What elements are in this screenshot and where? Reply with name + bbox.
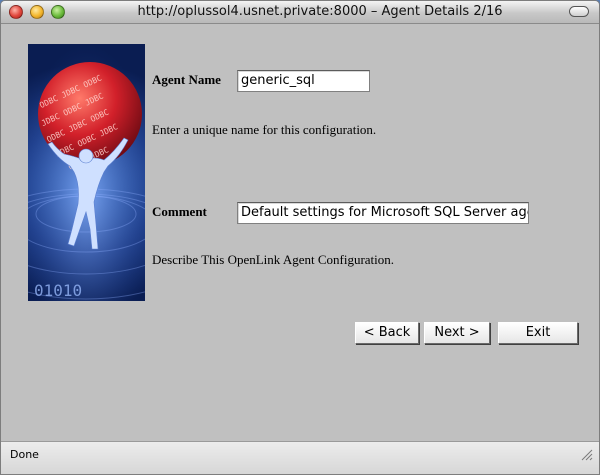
zoom-window-button[interactable] — [51, 5, 65, 19]
openlink-hero-image: ODBC JDBC ODBC JDBC ODBC JDBC ODBC JDBC … — [28, 44, 145, 301]
exit-button[interactable]: Exit — [498, 322, 578, 344]
resize-grip-icon[interactable] — [581, 449, 593, 461]
window-title: http://oplussol4.usnet.private:8000 – Ag… — [137, 4, 503, 19]
page-content: ODBC JDBC ODBC JDBC ODBC JDBC ODBC JDBC … — [1, 24, 599, 441]
agent-name-input[interactable]: generic_sql — [237, 70, 370, 92]
toolbar-toggle-button[interactable] — [569, 6, 589, 17]
next-button[interactable]: Next > — [424, 322, 490, 344]
binary-text: 01010 — [34, 281, 82, 300]
atlas-globe-illustration: ODBC JDBC ODBC JDBC ODBC JDBC ODBC JDBC … — [28, 44, 145, 301]
status-bar: Done — [1, 441, 599, 474]
comment-description: Describe This OpenLink Agent Configurati… — [152, 252, 395, 267]
close-window-button[interactable] — [9, 5, 23, 19]
back-button[interactable]: < Back — [355, 322, 419, 344]
comment-label: Comment — [152, 204, 207, 219]
agent-name-label: Agent Name — [152, 72, 221, 87]
minimize-window-button[interactable] — [30, 5, 44, 19]
comment-input[interactable]: Default settings for Microsoft SQL Serve… — [237, 202, 529, 224]
agent-name-description: Enter a unique name for this configurati… — [152, 122, 377, 137]
browser-window: http://oplussol4.usnet.private:8000 – Ag… — [0, 0, 600, 475]
title-bar: http://oplussol4.usnet.private:8000 – Ag… — [1, 1, 599, 24]
status-text: Done — [10, 448, 39, 461]
